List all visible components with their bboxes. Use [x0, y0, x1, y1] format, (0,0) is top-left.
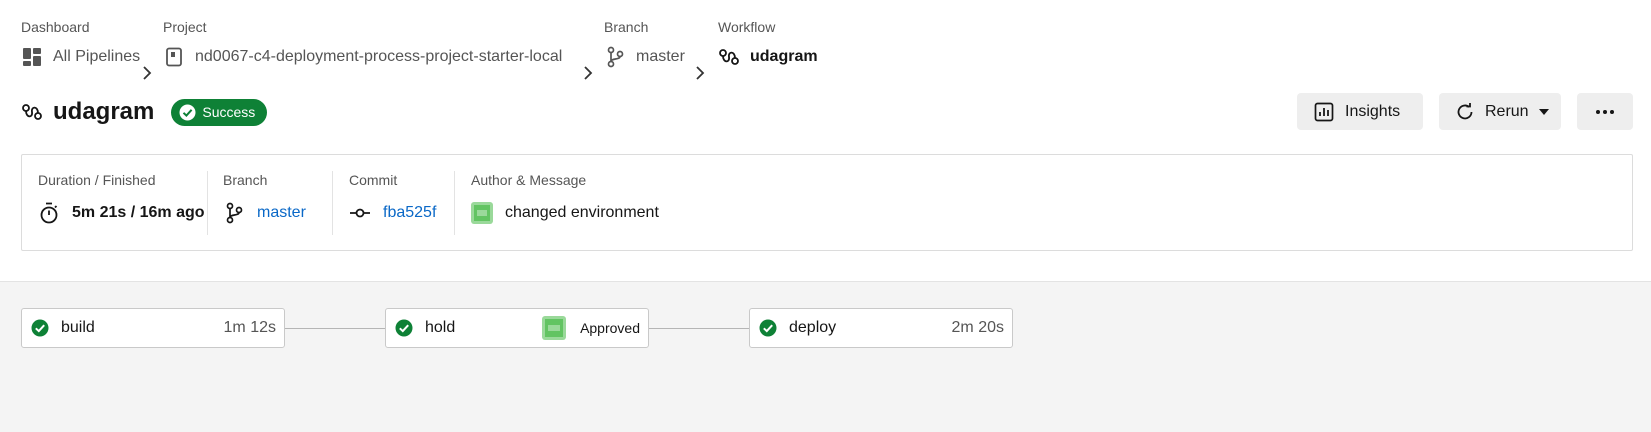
commit-link[interactable]: fba525f	[383, 204, 436, 222]
breadcrumb-workflow-value: udagram	[750, 48, 818, 65]
rerun-button[interactable]: Rerun	[1439, 93, 1561, 130]
avatar[interactable]	[471, 202, 493, 224]
approval-info: Approved	[542, 316, 640, 340]
breadcrumb-project-label: Project	[163, 19, 207, 35]
avatar	[542, 316, 567, 340]
summary-commit: Commit fba525f	[349, 171, 436, 235]
rerun-button-label: Rerun	[1485, 102, 1529, 120]
job-deploy[interactable]: deploy 2m 20s	[749, 308, 1013, 348]
check-circle-icon	[179, 104, 196, 121]
more-options-button[interactable]	[1577, 93, 1633, 130]
job-name: hold	[425, 319, 456, 336]
summary-commit-value: fba525f	[349, 201, 436, 225]
dashboard-grid-icon	[21, 46, 43, 68]
summary-duration-value: 5m 21s / 16m ago	[38, 201, 205, 225]
breadcrumb-workflow: Workflow udagram	[718, 18, 818, 65]
job-connector	[285, 328, 386, 329]
branch-link[interactable]: master	[257, 204, 306, 222]
insights-button[interactable]: Insights	[1297, 93, 1423, 130]
branch-icon	[223, 202, 245, 224]
check-circle-icon	[31, 319, 49, 337]
caret-down-icon	[1538, 108, 1549, 115]
stopwatch-icon	[38, 202, 60, 224]
summary-author-label: Author & Message	[471, 172, 587, 188]
summary-branch: Branch master	[223, 171, 306, 235]
check-circle-icon	[759, 319, 777, 337]
job-hold[interactable]: hold Approved	[385, 308, 649, 348]
breadcrumb-branch-label: Branch	[604, 19, 649, 35]
summary-author-value: changed environment	[471, 201, 659, 225]
breadcrumb-dashboard-link[interactable]: All Pipelines	[21, 45, 140, 69]
summary-branch-value: master	[223, 201, 306, 225]
breadcrumb-branch: Branch master	[604, 18, 685, 68]
breadcrumb-dashboard: Dashboard All Pipelines	[21, 18, 140, 66]
job-duration: 2m 20s	[951, 319, 1004, 336]
repo-icon	[163, 46, 185, 68]
breadcrumb-branch-value: master	[636, 48, 685, 65]
page-header: udagram Success	[21, 96, 268, 128]
check-circle-icon	[395, 319, 413, 337]
commit-icon	[349, 202, 371, 224]
job-name: deploy	[789, 319, 837, 336]
branch-icon	[604, 46, 626, 68]
job-name: build	[61, 319, 95, 336]
divider	[454, 171, 455, 235]
commit-message: changed environment	[505, 204, 659, 221]
workflow-summary: Duration / Finished 5m 21s / 16m ago Bra…	[21, 154, 1633, 251]
summary-branch-label: Branch	[223, 172, 268, 188]
divider	[332, 171, 333, 235]
breadcrumb-project: Project nd0067-c4-deployment-process-pro…	[163, 18, 562, 67]
breadcrumb-workflow-current: udagram	[718, 45, 818, 69]
refresh-icon	[1455, 101, 1475, 123]
bar-chart-icon	[1313, 101, 1335, 123]
header-actions: Insights Rerun	[1297, 93, 1633, 130]
summary-commit-label: Commit	[349, 172, 398, 188]
job-connector	[649, 328, 750, 329]
breadcrumb-project-link[interactable]: nd0067-c4-deployment-process-project-sta…	[163, 45, 562, 69]
workflow-icon	[21, 101, 43, 123]
chevron-right-icon	[582, 66, 594, 80]
workflow-icon	[718, 46, 740, 68]
status-badge: Success	[171, 98, 268, 126]
job-build[interactable]: build 1m 12s	[21, 308, 285, 348]
breadcrumb-dashboard-label: Dashboard	[21, 19, 90, 35]
ellipsis-icon	[1595, 109, 1615, 115]
summary-duration: Duration / Finished 5m 21s / 16m ago	[38, 171, 205, 235]
chevron-right-icon	[694, 66, 706, 80]
breadcrumb-project-value: nd0067-c4-deployment-process-project-sta…	[195, 48, 563, 65]
job-duration: 1m 12s	[223, 319, 276, 336]
duration-text: 5m 21s / 16m ago	[72, 204, 205, 221]
chevron-right-icon	[141, 66, 153, 80]
divider	[207, 171, 208, 235]
breadcrumb-workflow-label: Workflow	[718, 19, 776, 35]
workflow-graph: build 1m 12s hold Approved deploy 2m 20s	[0, 281, 1651, 432]
summary-author: Author & Message changed environment	[471, 171, 659, 235]
approval-label: Approved	[580, 320, 640, 336]
breadcrumb-branch-link[interactable]: master	[604, 45, 685, 69]
breadcrumb-dashboard-value: All Pipelines	[53, 48, 141, 65]
status-badge-label: Success	[202, 104, 256, 120]
page-title: udagram	[53, 98, 155, 125]
insights-button-label: Insights	[1345, 102, 1401, 120]
summary-duration-label: Duration / Finished	[38, 172, 156, 188]
